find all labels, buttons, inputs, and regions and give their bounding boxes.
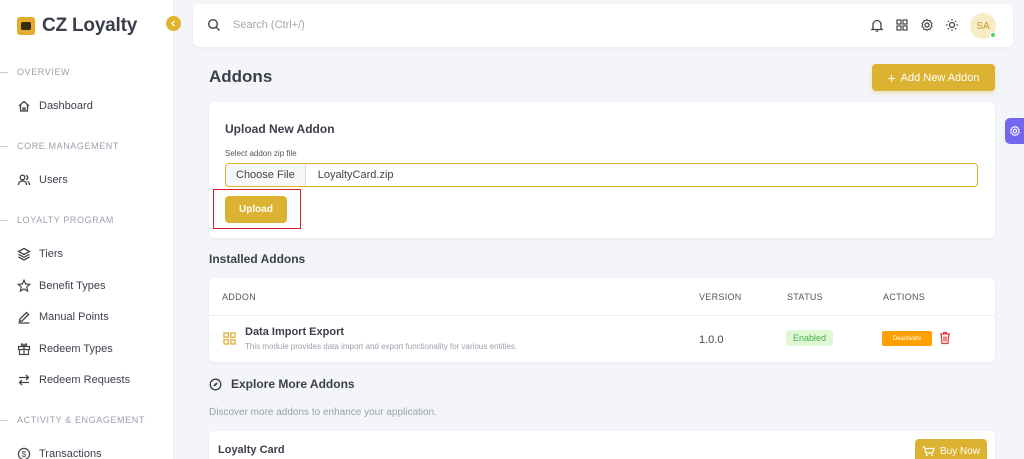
- svg-text:$: $: [22, 450, 27, 459]
- topbar: SA: [193, 4, 1013, 47]
- sidebar-item-redeem-requests[interactable]: Redeem Requests: [17, 371, 130, 389]
- users-icon: [17, 173, 31, 187]
- explore-addons-title: Explore More Addons: [231, 377, 355, 391]
- buy-now-button[interactable]: Buy Now: [915, 439, 987, 459]
- settings-gear-icon: [1009, 125, 1020, 137]
- cart-icon: [922, 445, 935, 456]
- dollar-icon: $: [17, 447, 31, 459]
- sidebar-section-loyalty-program: LOYALTY PROGRAM: [0, 213, 174, 227]
- addon-store-card: Loyalty Card Buy Now: [209, 431, 995, 459]
- home-icon: [17, 99, 31, 113]
- explore-addons-heading: Explore More Addons: [209, 377, 355, 391]
- sidebar-section-core-management: CORE MANAGEMENT: [0, 139, 174, 153]
- selected-file-name: LoyaltyCard.zip: [317, 169, 394, 181]
- choose-file-button[interactable]: Choose File: [226, 164, 306, 186]
- upload-addon-card: Upload New Addon Select addon zip file C…: [209, 102, 995, 238]
- column-header-status: STATUS: [787, 292, 823, 302]
- sidebar-item-manual-points[interactable]: Manual Points: [17, 308, 109, 326]
- settings-gear-icon[interactable]: [920, 18, 934, 32]
- addon-version: 1.0.0: [699, 334, 724, 346]
- sidebar-item-transactions[interactable]: $ Transactions: [17, 445, 102, 459]
- sidebar-item-users[interactable]: Users: [17, 171, 68, 189]
- search-input[interactable]: [233, 16, 533, 34]
- file-field-label: Select addon zip file: [225, 149, 297, 158]
- column-header-actions: ACTIONS: [883, 292, 926, 302]
- trash-icon[interactable]: [939, 331, 951, 345]
- explore-addons-subtitle: Discover more addons to enhance your app…: [209, 407, 437, 418]
- sidebar-section-activity-engagement: ACTIVITY & ENGAGEMENT: [0, 413, 174, 427]
- gift-icon: [17, 342, 31, 356]
- page-title: Addons: [209, 67, 273, 86]
- sidebar-collapse-button[interactable]: [166, 16, 181, 31]
- sidebar-item-tiers[interactable]: Tiers: [17, 245, 63, 263]
- plus-icon: +: [887, 69, 896, 86]
- upload-button[interactable]: Upload: [225, 196, 287, 223]
- sidebar-item-dashboard[interactable]: Dashboard: [17, 97, 93, 115]
- add-new-addon-button[interactable]: + Add New Addon: [872, 64, 995, 91]
- star-icon: [17, 279, 31, 293]
- addon-description: This module provides data import and exp…: [245, 342, 518, 351]
- sidebar-item-redeem-types[interactable]: Redeem Types: [17, 340, 113, 358]
- sidebar-section-overview: OVERVIEW: [0, 65, 174, 79]
- bell-icon[interactable]: [870, 18, 884, 32]
- installed-addons-title: Installed Addons: [209, 252, 306, 266]
- apps-grid-icon[interactable]: [895, 18, 909, 32]
- installed-addons-table: ADDON VERSION STATUS ACTIONS Data Import…: [209, 278, 995, 362]
- pencil-icon: [17, 310, 31, 324]
- online-status-dot: [990, 32, 996, 38]
- column-header-addon: ADDON: [222, 292, 257, 302]
- swap-icon: [17, 373, 31, 387]
- store-addon-name: Loyalty Card: [218, 444, 285, 456]
- brand-name: CZ Loyalty: [42, 15, 138, 36]
- sun-theme-icon[interactable]: [945, 18, 959, 32]
- brand[interactable]: CZ Loyalty: [17, 13, 137, 39]
- chevron-left-icon: [171, 20, 175, 27]
- status-badge: Enabled: [786, 330, 833, 346]
- search-icon[interactable]: [207, 18, 221, 32]
- user-avatar[interactable]: SA: [970, 13, 996, 39]
- deactivate-button[interactable]: Deactivate: [882, 331, 932, 346]
- customizer-toggle-button[interactable]: [1005, 118, 1024, 144]
- sidebar: CZ Loyalty OVERVIEW Dashboard CORE MANAG…: [0, 0, 174, 459]
- column-header-version: VERSION: [699, 292, 742, 302]
- brand-logo-icon: [17, 17, 35, 35]
- addon-file-input[interactable]: Choose File LoyaltyCard.zip: [225, 163, 978, 187]
- table-divider: [209, 315, 995, 316]
- compass-icon: [209, 378, 222, 390]
- sidebar-item-benefit-types[interactable]: Benefit Types: [17, 277, 105, 295]
- upload-card-title: Upload New Addon: [225, 122, 335, 136]
- layers-icon: [17, 247, 31, 261]
- addon-name: Data Import Export: [245, 326, 345, 338]
- module-grid-icon: [223, 332, 236, 345]
